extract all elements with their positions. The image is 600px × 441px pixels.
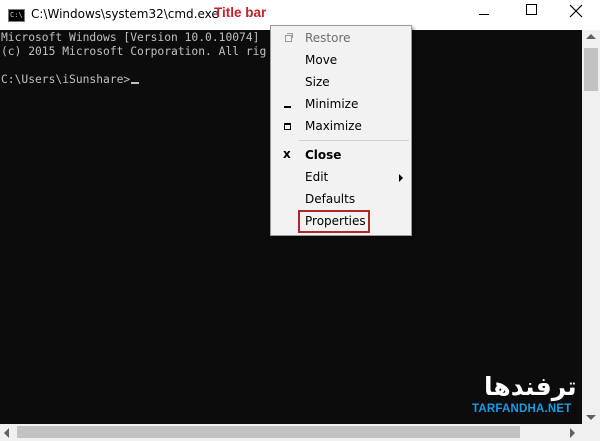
menu-label: Minimize	[305, 97, 359, 111]
prompt-text: C:\Users\iSunshare>	[1, 73, 131, 86]
maximize-icon	[526, 4, 537, 15]
menu-separator	[299, 140, 409, 141]
close-icon	[569, 4, 583, 18]
scroll-right-icon[interactable]	[570, 428, 575, 438]
close-button[interactable]	[553, 0, 600, 30]
menu-label: Size	[305, 75, 330, 89]
menu-item-edit[interactable]: Edit	[273, 166, 409, 188]
menu-item-defaults[interactable]: Defaults	[273, 188, 409, 210]
scroll-left-icon[interactable]	[4, 428, 9, 438]
scroll-down-icon[interactable]	[586, 415, 596, 420]
minimize-icon	[479, 14, 489, 15]
close-icon: x	[283, 147, 291, 161]
console-line-copyright: (c) 2015 Microsoft Corporation. All rig	[1, 45, 267, 58]
menu-item-size[interactable]: Size	[273, 71, 409, 93]
maximize-icon	[284, 123, 291, 130]
menu-label: Edit	[305, 170, 329, 184]
cmd-app-icon[interactable]: C:\	[8, 9, 25, 22]
menu-label: Defaults	[305, 192, 356, 206]
vertical-scrollbar[interactable]	[582, 30, 600, 424]
horizontal-scroll-thumb[interactable]	[17, 426, 520, 438]
console-line-version: Microsoft Windows [Version 10.0.10074]	[1, 31, 260, 44]
vertical-scroll-thumb[interactable]	[584, 48, 598, 91]
watermark-logo: ترفندها	[484, 372, 577, 401]
maximize-button[interactable]	[508, 0, 556, 30]
scrollbar-corner	[582, 424, 600, 441]
properties-highlight-box	[298, 210, 370, 233]
menu-item-minimize[interactable]: Minimize	[273, 93, 409, 115]
menu-item-move[interactable]: Move	[273, 49, 409, 71]
menu-item-restore[interactable]: Restore	[273, 27, 409, 49]
menu-label: Restore	[305, 31, 351, 45]
window-title: C:\Windows\system32\cmd.exe	[31, 7, 219, 21]
minimize-icon	[284, 106, 291, 108]
menu-item-close[interactable]: x Close	[273, 144, 409, 166]
horizontal-scrollbar[interactable]	[0, 424, 582, 441]
minimize-button[interactable]	[460, 0, 508, 30]
watermark-site: TARFANDHA.NET	[472, 403, 572, 415]
menu-label: Close	[305, 148, 342, 162]
text-cursor	[131, 82, 140, 84]
system-context-menu: Restore Move Size Minimize Maximize x Cl…	[270, 25, 412, 236]
submenu-arrow-icon	[399, 174, 403, 182]
menu-label: Move	[305, 53, 338, 67]
restore-icon	[285, 35, 292, 42]
menu-label: Maximize	[305, 119, 362, 133]
title-bar-annotation: Title bar	[214, 5, 267, 20]
menu-item-maximize[interactable]: Maximize	[273, 115, 409, 137]
console-prompt[interactable]: C:\Users\iSunshare>	[1, 73, 140, 87]
scroll-up-icon[interactable]	[586, 34, 596, 39]
